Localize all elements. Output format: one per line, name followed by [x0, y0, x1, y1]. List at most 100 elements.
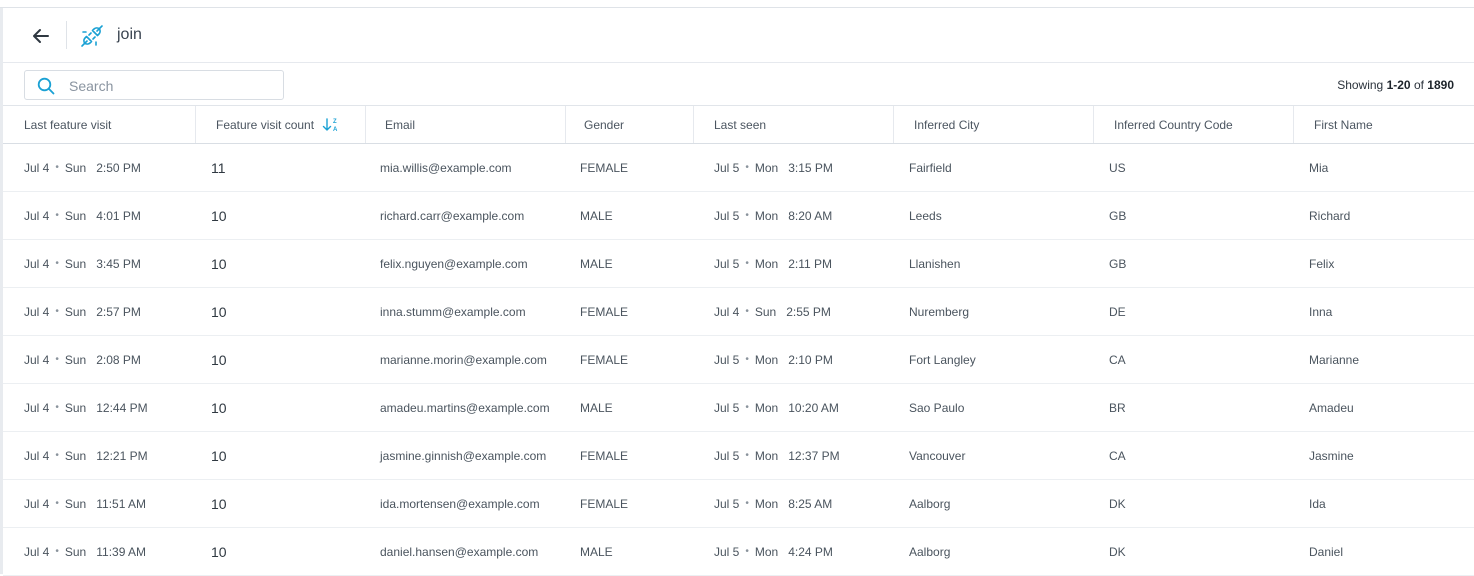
time-text: 8:25 AM — [788, 496, 833, 511]
table-row[interactable]: Jul 4 • Sun 2:08 PM 10 marianne.morin@example… — [3, 336, 1474, 384]
page-header: join — [3, 8, 1474, 63]
table-row[interactable]: Jul 4 • Sun 12:21 PM 10 jasmine.ginnish@examp… — [3, 432, 1474, 480]
app-frame: join Showing 1-20 of 1890 Last feature v… — [0, 0, 1474, 576]
showing-total: 1890 — [1427, 78, 1454, 92]
plug-icon — [81, 25, 103, 47]
separator-dot: • — [55, 354, 59, 365]
table-row[interactable]: Jul 4 • Sun 11:39 AM 10 daniel.hansen@example… — [3, 528, 1474, 576]
time-text: 2:11 PM — [788, 256, 833, 271]
table-row[interactable]: Jul 4 • Sun 11:51 AM 10 ida.mortensen@example… — [3, 480, 1474, 528]
cell-last-seen: Jul 5 • Mon 10:20 AM — [714, 384, 839, 431]
cell-inferred-country-code: DK — [1109, 496, 1126, 511]
showing-of: of — [1410, 78, 1428, 92]
search-box[interactable] — [24, 70, 284, 100]
table-row[interactable]: Jul 4 • Sun 12:44 PM 10 amadeu.martins@exampl… — [3, 384, 1474, 432]
cell-inferred-city: Aalborg — [909, 544, 951, 559]
day-text: Mon — [754, 160, 779, 175]
showing-prefix: Showing — [1337, 78, 1387, 92]
column-header-last-seen[interactable]: Last seen — [714, 106, 894, 144]
cell-first-name: Richard — [1309, 208, 1351, 223]
cell-last-seen: Jul 5 • Mon 2:10 PM — [714, 336, 833, 383]
search-input[interactable] — [67, 75, 276, 97]
cell-last-feature-visit: Jul 4 • Sun 12:21 PM — [24, 432, 148, 479]
column-divider[interactable] — [693, 106, 694, 143]
cell-last-feature-visit: Jul 4 • Sun 11:51 AM — [24, 480, 146, 527]
cell-inferred-country-code: DE — [1109, 304, 1126, 319]
cell-first-name: Daniel — [1309, 544, 1344, 559]
separator-dot: • — [55, 162, 59, 173]
day-text: Sun — [64, 544, 87, 559]
pagination-summary: Showing 1-20 of 1890 — [1337, 78, 1454, 92]
cell-last-seen: Jul 5 • Mon 4:24 PM — [714, 528, 833, 575]
day-text: Sun — [64, 256, 87, 271]
date-text: Jul 5 — [714, 352, 740, 367]
column-header-inferred-country-code[interactable]: Inferred Country Code — [1114, 106, 1294, 144]
cell-email: inna.stumm@example.com — [380, 304, 526, 319]
time-text: 8:20 AM — [788, 208, 833, 223]
column-header-label: Last seen — [714, 118, 767, 132]
cell-gender: FEMALE — [580, 352, 629, 367]
cell-first-name: Jasmine — [1309, 448, 1354, 463]
separator-dot: • — [55, 546, 59, 557]
cell-feature-visit-count: 10 — [211, 351, 227, 368]
table-row[interactable]: Jul 4 • Sun 2:50 PM 11 mia.willis@example.com… — [3, 144, 1474, 192]
separator-dot: • — [745, 258, 749, 269]
table-row[interactable]: Jul 4 • Sun 2:57 PM 10 inna.stumm@example.com… — [3, 288, 1474, 336]
column-divider[interactable] — [365, 106, 366, 143]
cell-first-name: Felix — [1309, 256, 1335, 271]
cell-inferred-country-code: CA — [1109, 448, 1126, 463]
column-header-last-feature-visit[interactable]: Last feature visit — [24, 106, 194, 144]
back-button[interactable] — [27, 22, 55, 50]
column-divider[interactable] — [195, 106, 196, 143]
cell-first-name: Marianne — [1309, 352, 1360, 367]
table-row[interactable]: Jul 4 • Sun 4:01 PM 10 richard.carr@example.c… — [3, 192, 1474, 240]
separator-dot: • — [745, 162, 749, 173]
column-header-email[interactable]: Email — [385, 106, 565, 144]
cell-gender: FEMALE — [580, 496, 629, 511]
separator-dot: • — [745, 306, 749, 317]
page-title: join — [117, 26, 142, 43]
cell-gender: FEMALE — [580, 448, 629, 463]
column-divider[interactable] — [1293, 106, 1294, 143]
cell-inferred-country-code: DK — [1109, 544, 1126, 559]
cell-email: daniel.hansen@example.com — [380, 544, 539, 559]
cell-email: felix.nguyen@example.com — [380, 256, 528, 271]
cell-gender: MALE — [580, 256, 613, 271]
time-text: 12:44 PM — [96, 400, 148, 415]
column-header-feature-visit-count[interactable]: Feature visit count Z A — [216, 106, 366, 144]
date-text: Jul 4 — [24, 400, 50, 415]
date-text: Jul 4 — [24, 352, 50, 367]
cell-inferred-city: Fort Langley — [909, 352, 976, 367]
column-header-inferred-city[interactable]: Inferred City — [914, 106, 1094, 144]
cell-inferred-city: Vancouver — [909, 448, 966, 463]
column-header-gender[interactable]: Gender — [584, 106, 694, 144]
column-header-first-name[interactable]: First Name — [1314, 106, 1464, 144]
arrow-left-icon — [33, 29, 49, 43]
separator-dot: • — [55, 210, 59, 221]
separator-dot: • — [55, 402, 59, 413]
column-divider[interactable] — [893, 106, 894, 143]
cell-last-seen: Jul 4 • Sun 2:55 PM — [714, 288, 831, 335]
day-text: Sun — [754, 304, 777, 319]
cell-gender: FEMALE — [580, 160, 629, 175]
date-text: Jul 5 — [714, 400, 740, 415]
cell-email: richard.carr@example.com — [380, 208, 525, 223]
cell-email: jasmine.ginnish@example.com — [380, 448, 547, 463]
time-text: 10:20 AM — [788, 400, 839, 415]
cell-feature-visit-count: 11 — [211, 159, 226, 176]
day-text: Mon — [754, 208, 779, 223]
separator-dot: • — [745, 354, 749, 365]
time-text: 2:50 PM — [96, 160, 141, 175]
column-divider[interactable] — [565, 106, 566, 143]
header-divider — [66, 21, 67, 49]
table-row[interactable]: Jul 4 • Sun 3:45 PM 10 felix.nguyen@example.c… — [3, 240, 1474, 288]
day-text: Sun — [64, 448, 87, 463]
cell-feature-visit-count: 10 — [211, 543, 227, 560]
sort-descending-icon[interactable]: Z A — [322, 117, 340, 133]
date-text: Jul 4 — [24, 208, 50, 223]
date-text: Jul 5 — [714, 448, 740, 463]
column-header-label: Gender — [584, 118, 625, 132]
column-divider[interactable] — [1093, 106, 1094, 143]
column-header-label: Feature visit count — [216, 118, 315, 132]
cell-gender: FEMALE — [580, 304, 629, 319]
